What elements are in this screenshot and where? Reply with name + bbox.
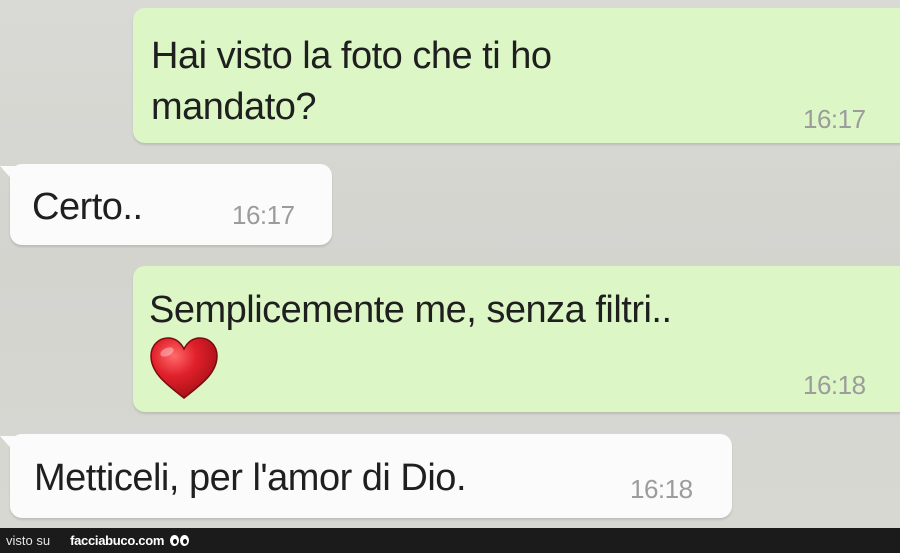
message-timestamp: 16:18 <box>803 370 866 400</box>
message-text: Certo.. <box>32 186 143 228</box>
message-timestamp: 16:17 <box>803 104 866 134</box>
message-text-line: mandato? <box>151 86 317 128</box>
watermark-prefix: visto su <box>6 533 51 548</box>
message-bubble-outgoing[interactable]: Semplicemente me, senza filtri.. 16:18 <box>133 266 900 412</box>
message-timestamp: 16:17 <box>232 200 295 230</box>
watermark-site: facciabuco.com <box>70 533 165 548</box>
message-text: Metticeli, per l'amor di Dio. <box>34 457 467 499</box>
chat-area: Hai visto la foto che ti ho mandato? 16:… <box>0 0 900 528</box>
watermark-bar: visto su facciabuco.com <box>0 528 900 553</box>
message-text-line: Hai visto la foto che ti ho <box>151 35 552 77</box>
heart-emoji <box>150 337 218 399</box>
message-timestamp: 16:18 <box>630 474 693 504</box>
message-bubble-incoming[interactable]: Certo.. 16:17 <box>10 164 332 245</box>
eyes-logo-icon <box>170 535 190 546</box>
message-text: Semplicemente me, senza filtri.. <box>149 289 672 331</box>
message-bubble-incoming[interactable]: Metticeli, per l'amor di Dio. 16:18 <box>10 434 732 518</box>
message-bubble-outgoing[interactable]: Hai visto la foto che ti ho mandato? 16:… <box>133 8 900 143</box>
